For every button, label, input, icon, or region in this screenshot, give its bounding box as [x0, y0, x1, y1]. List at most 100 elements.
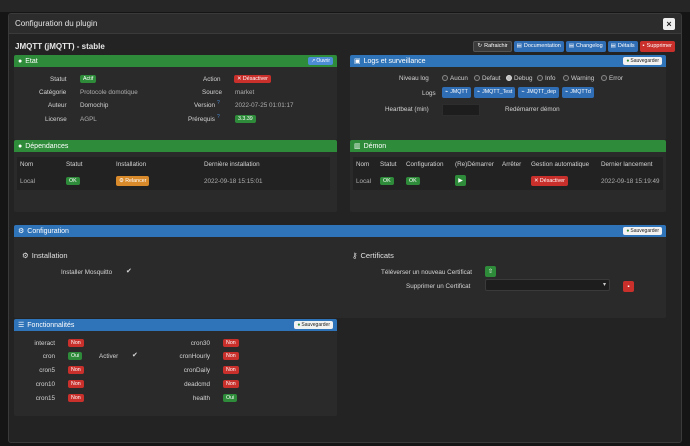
version-label: Version [194, 102, 216, 109]
background-topbar [0, 0, 690, 12]
refresh-button[interactable]: ↻ Rafraichir [473, 40, 512, 52]
log-level-warning[interactable]: Warning [563, 75, 594, 82]
demon-col-config: Configuration [406, 161, 444, 168]
certificats-subheading: ⚷ Certificats [352, 251, 394, 260]
modal-titlebar: Configuration du plugin × [9, 14, 681, 34]
radio-icon [601, 75, 607, 82]
fonct-cron-badge: Oui [68, 352, 83, 360]
file-icon: ▣ [354, 58, 361, 65]
statut-value-wrap: Actif [80, 75, 97, 83]
log-level-defaut[interactable]: Defaut [474, 75, 501, 82]
fonct-cron-label: cron [42, 353, 55, 360]
restart-daemon-checkbox[interactable] [568, 105, 574, 111]
fonct-cronhourly-label: cronHourly [179, 353, 210, 360]
fonct-panel-header: ☰ Fonctionnalités ● Sauvegarder [14, 319, 337, 331]
start-daemon-button[interactable]: ▶ [455, 175, 466, 186]
deps-col-nom: Nom [20, 161, 34, 168]
logs-label: Logs [422, 90, 436, 97]
demon-auto-wrap: ✕ Désactiver [531, 176, 568, 186]
fonct-health-badge: Oui [223, 394, 238, 402]
demon-config-badge: OK [406, 177, 420, 185]
demon-col-last: Dernier lancement [601, 161, 653, 168]
fonct-interact-badge: Non [68, 339, 84, 347]
log-level-debug[interactable]: Debug [506, 75, 533, 82]
demon-last-launch: 2022-09-18 15:19:49 [601, 178, 660, 185]
auteur-label: Auteur [48, 102, 67, 109]
documentation-button[interactable]: ▤ Documentation [513, 40, 564, 52]
details-button[interactable]: ▤ Détails [607, 40, 638, 52]
upload-cert-button[interactable]: ⇧ [485, 266, 496, 277]
demon-status-badge: OK [380, 177, 394, 185]
demon-config-wrap: OK [406, 177, 420, 185]
fonct-cron-wrap: Oui [68, 352, 83, 360]
auteur-value: Domochip [80, 102, 109, 109]
remove-plugin-button[interactable]: ▪ Supprimer [639, 40, 675, 52]
deps-col-installation: Installation [116, 161, 147, 168]
trash-icon: ▪ [642, 42, 645, 49]
fonct-health-wrap: Oui [223, 394, 238, 402]
certificate-select[interactable]: ▾ [485, 279, 610, 291]
action-label: Action [203, 76, 221, 83]
paperclip-icon: ⌁ [445, 89, 449, 95]
fonct-title: Fonctionnalités [27, 321, 75, 329]
fonct-interact-wrap: Non [68, 339, 84, 347]
info-icon: ▤ [610, 42, 616, 49]
install-mosquitto-checkbox[interactable]: ✔ [126, 267, 132, 275]
fonct-cron10-label: cron10 [35, 381, 55, 388]
radio-icon [537, 75, 543, 82]
radio-selected-icon [506, 75, 512, 82]
tasks-icon: ☰ [18, 322, 25, 329]
statut-label: Statut [50, 76, 67, 83]
statut-badge: Actif [80, 75, 97, 83]
logs-title: Logs et surveillance [363, 57, 426, 65]
paperclip-icon: ⌁ [565, 89, 569, 95]
categorie-value: Protocole domotique [80, 89, 138, 96]
fonct-cron30-label: cron30 [190, 340, 210, 347]
log-level-error[interactable]: Error [601, 75, 623, 82]
logs-panel-header: ▣ Logs et surveillance ● Sauvegarder [350, 55, 666, 67]
log-file-button[interactable]: ⌁ JMQTT_Test [473, 87, 516, 98]
disable-plugin-button[interactable]: ✕ Désactiver [234, 75, 271, 83]
upload-cert-label: Téléverser un nouveau Certificat [381, 269, 473, 276]
log-level-info[interactable]: Info [537, 75, 556, 82]
config-panel-header: ⚙ Configuration ● Sauvegarder [14, 225, 666, 237]
fonct-cron5-wrap: Non [68, 366, 84, 374]
relancer-button[interactable]: ⚙ Relancer [116, 176, 150, 186]
fonct-cronhourly-wrap: Non [223, 352, 239, 360]
activer-label: Activer [99, 353, 119, 360]
close-icon[interactable]: × [663, 17, 675, 30]
fonct-cronhourly-badge: Non [223, 352, 239, 360]
modal-title: Configuration du plugin [15, 19, 98, 28]
delete-cert-button[interactable]: ▪ [623, 281, 634, 292]
fonct-crondaily-label: cronDaily [183, 367, 210, 374]
check-circle-icon: ● [626, 228, 630, 234]
config-title: Configuration [27, 227, 69, 235]
circle-icon: ● [18, 142, 23, 150]
log-file-button[interactable]: ⌁ JMQTTd [562, 87, 594, 98]
logs-save-button[interactable]: ● Sauvegarder [623, 57, 662, 65]
fonct-cron30-wrap: Non [223, 339, 239, 347]
activer-checkbox[interactable]: ✔ [132, 351, 138, 359]
log-level-aucun[interactable]: Aucun [442, 75, 468, 82]
restart-daemon-label: Redémarrer démon [505, 106, 560, 113]
fonct-save-button[interactable]: ● Sauvegarder [294, 321, 333, 329]
demon-col-nom: Nom [356, 161, 370, 168]
plugin-name: JMQTT (jMQTT) - stable [15, 41, 105, 51]
deps-row-nom: Local [20, 178, 36, 185]
book-icon: ▤ [516, 42, 522, 49]
heartbeat-input[interactable] [442, 104, 480, 116]
log-file-button[interactable]: ⌁ JMQTT [442, 87, 471, 98]
license-label: License [45, 116, 67, 123]
deps-col-statut: Statut [66, 161, 83, 168]
log-file-button[interactable]: ⌁ JMQTT_dep [518, 87, 560, 98]
trash-icon: ▪ [627, 283, 630, 290]
disable-auto-management-button[interactable]: ✕ Désactiver [531, 176, 568, 186]
etat-panel-header: ● Etat ↗ Ouvrir [14, 55, 337, 67]
open-button[interactable]: ↗ Ouvrir [308, 57, 333, 65]
changelog-button[interactable]: ▤ Changelog [565, 40, 606, 52]
etat-panel: ● Etat ↗ Ouvrir Statut Actif Catégorie Pr… [14, 55, 337, 140]
config-save-button[interactable]: ● Sauvegarder [623, 227, 662, 235]
fonct-deadcmd-label: deadcmd [184, 381, 210, 388]
configuration-panel: ⚙ Configuration ● Sauvegarder ⚙ Installati… [14, 225, 666, 318]
check-circle-icon: ● [297, 322, 301, 328]
